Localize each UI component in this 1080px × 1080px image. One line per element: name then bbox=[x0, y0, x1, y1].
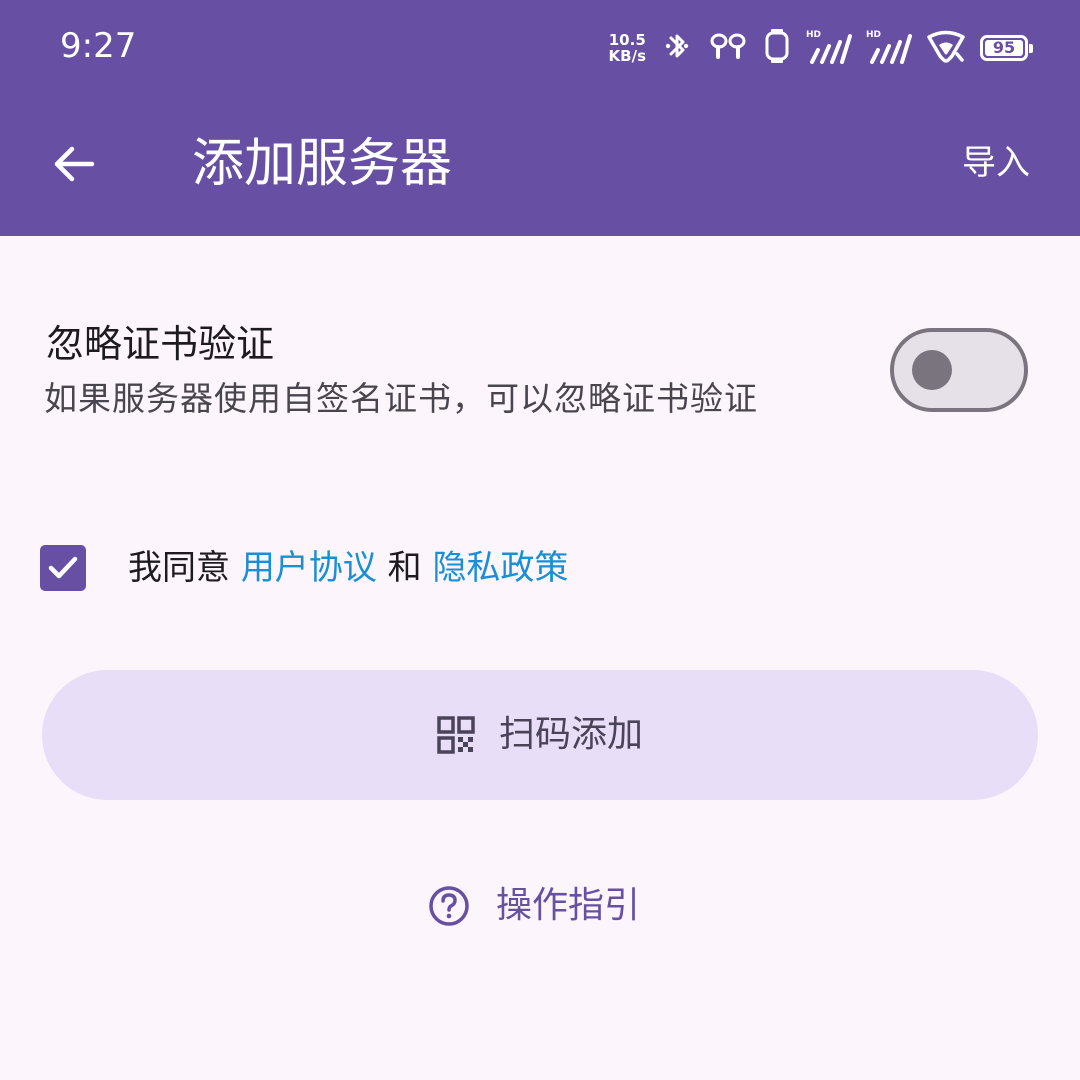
ignore-cert-description: 如果服务器使用自签名证书，可以忽略证书验证 bbox=[44, 379, 758, 418]
network-speed-value: 10.5 bbox=[608, 31, 646, 49]
signal-hd-2-icon: HD bbox=[866, 28, 912, 68]
network-speed-unit: KB/s bbox=[608, 47, 646, 65]
agreement-conjunction: 和 bbox=[376, 548, 433, 588]
scan-add-button[interactable]: 扫码添加 bbox=[42, 670, 1038, 800]
svg-text:HD: HD bbox=[806, 30, 821, 40]
guide-label: 操作指引 bbox=[496, 885, 641, 926]
import-button[interactable]: 导入 bbox=[962, 140, 1030, 186]
check-icon bbox=[48, 556, 78, 579]
bluetooth-icon bbox=[660, 29, 694, 67]
guide-button[interactable]: 操作指引 bbox=[426, 878, 640, 934]
switch-thumb bbox=[912, 350, 952, 390]
privacy-policy-link[interactable]: 隐私政策 bbox=[432, 548, 568, 588]
signal-hd-1-icon: HD bbox=[806, 28, 852, 68]
app-header: 9:27 10.5 KB/s HD HD 95 添加服务器 导入 bbox=[0, 0, 1080, 236]
user-agreement-link[interactable]: 用户协议 bbox=[241, 548, 377, 588]
battery-icon: 95 bbox=[980, 35, 1033, 61]
ignore-cert-title: 忽略证书验证 bbox=[46, 322, 275, 366]
wifi-icon bbox=[926, 28, 966, 68]
help-circle-icon bbox=[429, 886, 469, 926]
qr-code-icon bbox=[437, 716, 475, 754]
status-time: 9:27 bbox=[60, 26, 137, 66]
svg-text:HD: HD bbox=[866, 30, 881, 40]
status-icons: 10.5 KB/s HD HD 95 bbox=[609, 26, 1033, 70]
network-speed: 10.5 KB/s bbox=[609, 32, 646, 64]
arrow-back-icon bbox=[54, 146, 95, 182]
battery-level: 95 bbox=[992, 38, 1016, 57]
page-title: 添加服务器 bbox=[192, 134, 453, 194]
ignore-cert-switch[interactable] bbox=[890, 328, 1028, 412]
scan-add-label: 扫码添加 bbox=[498, 714, 643, 755]
agree-checkbox[interactable] bbox=[40, 545, 86, 591]
earbuds-icon bbox=[708, 29, 748, 67]
back-button[interactable] bbox=[46, 136, 102, 192]
agreement-prefix: 我同意 bbox=[128, 548, 241, 588]
agreement-text: 我同意 用户协议 和 隐私政策 bbox=[128, 544, 568, 592]
watch-icon bbox=[762, 28, 792, 68]
